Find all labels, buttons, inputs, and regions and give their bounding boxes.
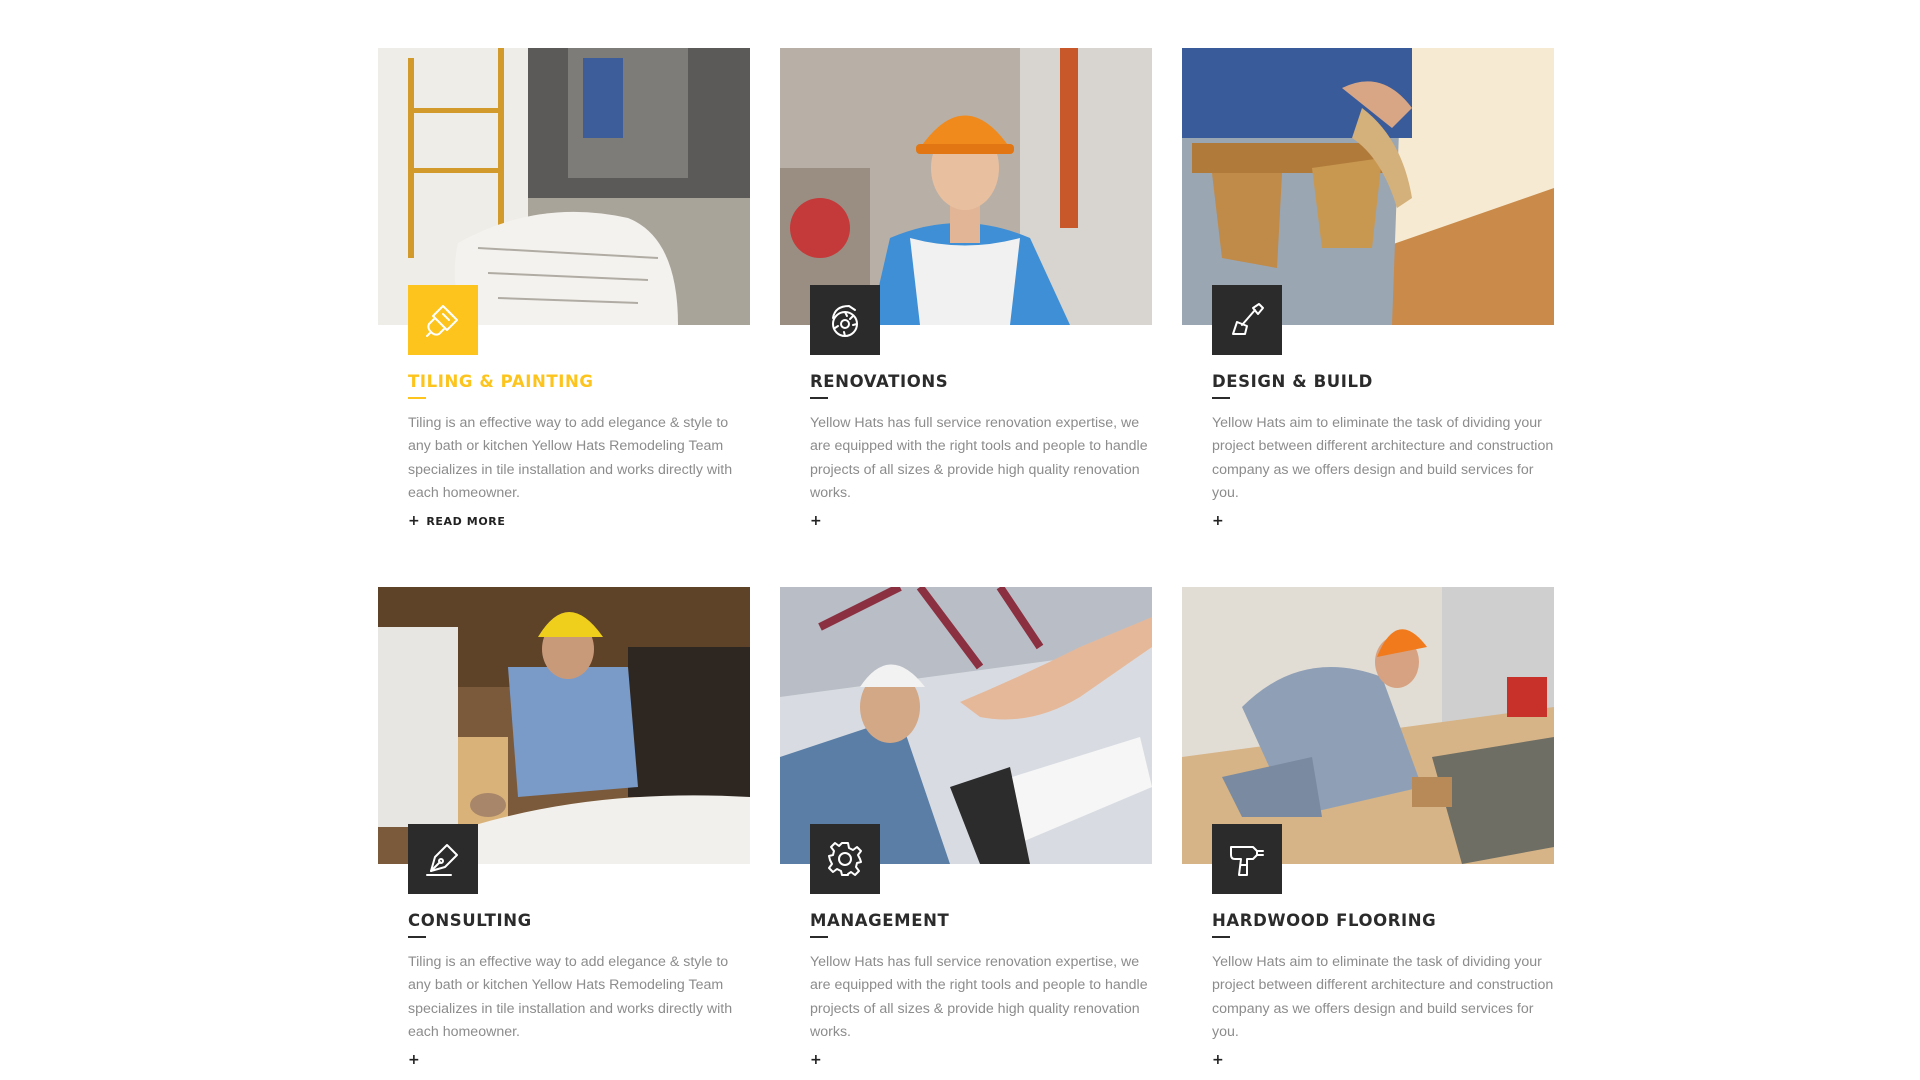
service-card-consulting: CONSULTING Tiling is an effective way to… [378,587,750,1080]
service-description: Tiling is an effective way to add elegan… [408,954,733,1040]
title-underline [1212,936,1230,938]
service-description: Yellow Hats has full service renovation … [810,415,1148,501]
service-title: HARDWOOD FLOORING [1212,911,1437,930]
service-title: CONSULTING [408,911,532,930]
service-title: RENOVATIONS [810,372,949,391]
service-photo-consulting[interactable] [378,587,750,864]
service-card-renovations: RENOVATIONS Yellow Hats has full service… [780,48,1152,587]
pen-nib-icon [408,824,478,894]
power-drill-icon [1212,824,1282,894]
service-description: Yellow Hats aim to eliminate the task of… [1212,415,1554,501]
service-description: Tiling is an effective way to add elegan… [408,415,733,501]
plus-icon: + [408,513,421,529]
service-card-tiling-painting: TILING & PAINTING Tiling is an effective… [378,48,750,587]
read-more-link[interactable]: + [810,1053,828,1067]
read-more-link[interactable]: + [1212,1053,1230,1067]
services-grid: TILING & PAINTING Tiling is an effective… [378,48,1554,1080]
plus-icon: + [1212,513,1225,529]
read-more-link[interactable]: + [810,514,828,528]
paint-brush-icon [408,285,478,355]
service-photo-tiling-painting[interactable] [378,48,750,325]
service-title: DESIGN & BUILD [1212,372,1373,391]
plus-icon: + [810,513,823,529]
plus-icon: + [810,1052,823,1068]
plus-icon: + [408,1052,421,1068]
service-description: Yellow Hats has full service renovation … [810,954,1148,1040]
title-underline [810,397,828,399]
title-underline [1212,397,1230,399]
service-description: Yellow Hats aim to eliminate the task of… [1212,954,1554,1040]
service-photo-design-build[interactable] [1182,48,1554,325]
gear-icon [810,824,880,894]
service-card-hardwood-flooring: HARDWOOD FLOORING Yellow Hats aim to eli… [1182,587,1554,1080]
read-more-link[interactable]: + READ MORE [408,514,505,528]
service-photo-hardwood-flooring[interactable] [1182,587,1554,864]
circular-saw-icon [810,285,880,355]
service-title: TILING & PAINTING [408,372,594,391]
service-card-management: MANAGEMENT Yellow Hats has full service … [780,587,1152,1080]
title-underline [810,936,828,938]
title-underline [408,936,426,938]
service-photo-renovations[interactable] [780,48,1152,325]
service-photo-management[interactable] [780,587,1152,864]
read-more-link[interactable]: + [1212,514,1230,528]
read-more-label: READ MORE [426,514,506,528]
trowel-icon [1212,285,1282,355]
service-title: MANAGEMENT [810,911,950,930]
service-card-design-build: DESIGN & BUILD Yellow Hats aim to elimin… [1182,48,1554,587]
read-more-link[interactable]: + [408,1053,426,1067]
plus-icon: + [1212,1052,1225,1068]
title-underline [408,397,426,399]
